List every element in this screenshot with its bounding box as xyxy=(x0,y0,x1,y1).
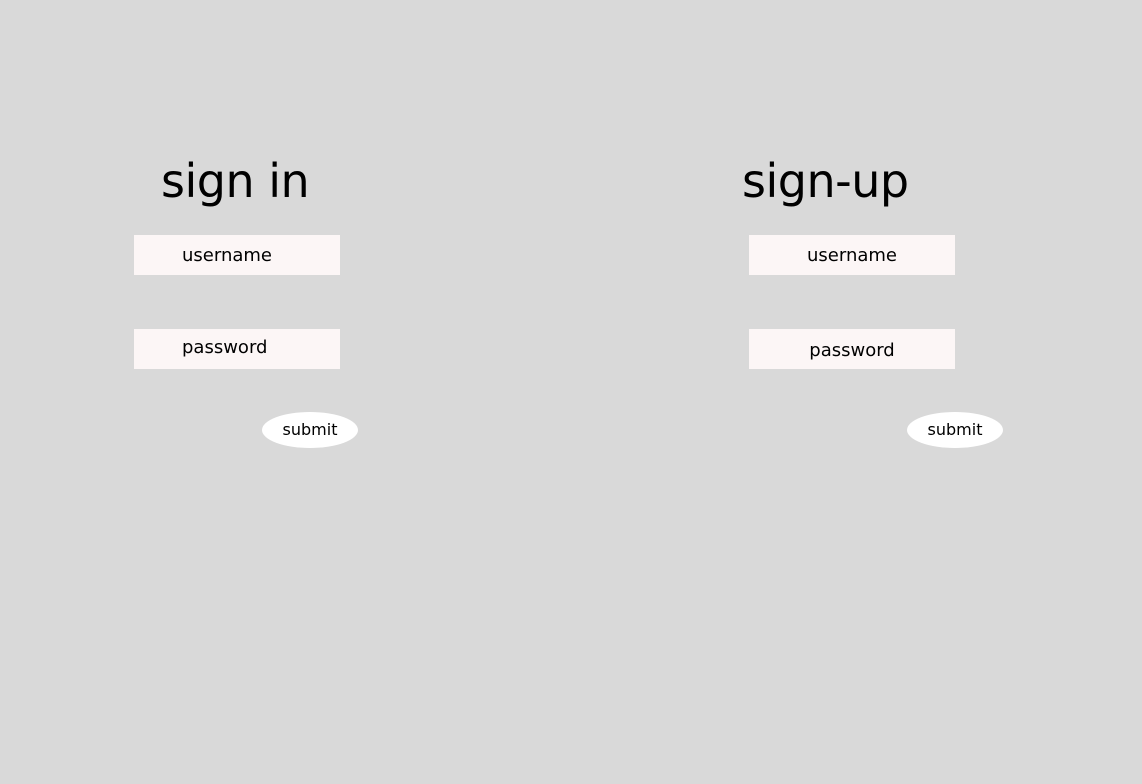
sign-up-username-input[interactable] xyxy=(749,235,955,275)
sign-in-submit-button[interactable]: submit xyxy=(262,412,358,448)
sign-up-title: sign-up xyxy=(742,154,909,208)
sign-up-submit-button[interactable]: submit xyxy=(907,412,1003,448)
sign-in-title: sign in xyxy=(161,154,310,208)
sign-up-password-input[interactable] xyxy=(749,329,955,369)
sign-in-password-input[interactable] xyxy=(134,329,340,369)
sign-in-username-input[interactable] xyxy=(134,235,340,275)
